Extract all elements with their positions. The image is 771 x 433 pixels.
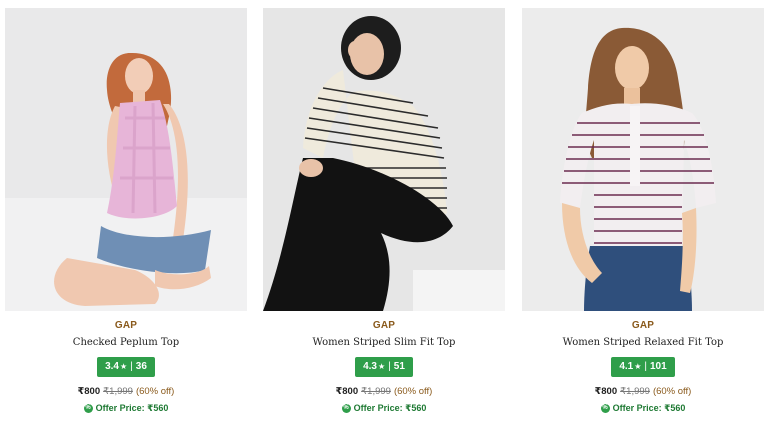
product-brand: GAP xyxy=(631,320,655,331)
product-grid: GAP Checked Peplum Top 3.4★ | 36 ₹800 ₹1,99… xyxy=(0,0,771,433)
product-card[interactable]: GAP Women Striped Slim Fit Top 4.3★ | 51 ₹… xyxy=(263,8,505,428)
product-name[interactable]: Women Striped Relaxed Fit Top xyxy=(522,337,764,348)
product-name[interactable]: Women Striped Slim Fit Top xyxy=(263,337,505,348)
rating-value: 4.3 xyxy=(363,361,377,372)
rating-container: 3.4★ | 36 xyxy=(5,356,247,377)
offer-tag-icon: % xyxy=(600,404,610,414)
original-price: ₹1,999 xyxy=(103,386,133,397)
price-line: ₹800 ₹1,999 (60% off) xyxy=(5,386,247,397)
rating-container: 4.3★ | 51 xyxy=(263,356,505,377)
review-count: 101 xyxy=(650,361,667,372)
rating-badge: 4.1★ | 101 xyxy=(611,357,675,377)
star-icon: ★ xyxy=(378,362,386,371)
original-price: ₹1,999 xyxy=(620,386,650,397)
rating-container: 4.1★ | 101 xyxy=(522,356,764,377)
rating-separator: | xyxy=(130,361,133,372)
offer-price-label: Offer Price: ₹560 xyxy=(612,403,686,413)
discount-percent: (60% off) xyxy=(652,386,692,397)
offer-price: % Offer Price: ₹560 xyxy=(263,403,505,414)
discount-percent: (60% off) xyxy=(393,386,433,397)
offer-price: % Offer Price: ₹560 xyxy=(522,403,764,414)
review-count: 51 xyxy=(393,361,405,372)
offer-tag-icon: % xyxy=(83,404,93,414)
offer-price: % Offer Price: ₹560 xyxy=(5,403,247,414)
rating-badge: 3.4★ | 36 xyxy=(97,357,155,377)
product-brand: GAP xyxy=(372,320,396,331)
product-name[interactable]: Checked Peplum Top xyxy=(5,337,247,348)
sale-price: ₹800 xyxy=(77,386,101,397)
product-brand: GAP xyxy=(114,320,138,331)
offer-price-label: Offer Price: ₹560 xyxy=(95,403,169,413)
product-image[interactable] xyxy=(5,8,247,311)
sale-price: ₹800 xyxy=(335,386,359,397)
product-image[interactable] xyxy=(263,8,505,311)
product-card[interactable]: GAP Checked Peplum Top 3.4★ | 36 ₹800 ₹1,99… xyxy=(5,8,247,428)
rating-value: 3.4 xyxy=(105,361,119,372)
original-price: ₹1,999 xyxy=(361,386,391,397)
price-line: ₹800 ₹1,999 (60% off) xyxy=(263,386,505,397)
review-count: 36 xyxy=(135,361,147,372)
rating-separator: | xyxy=(388,361,391,372)
product-card[interactable]: GAP Women Striped Relaxed Fit Top 4.1★ | 1… xyxy=(522,8,764,428)
rating-badge: 4.3★ | 51 xyxy=(355,357,413,377)
rating-value: 4.1 xyxy=(619,361,634,372)
price-line: ₹800 ₹1,999 (60% off) xyxy=(522,386,764,397)
sale-price: ₹800 xyxy=(594,386,618,397)
rating-separator: | xyxy=(644,361,647,372)
offer-price-label: Offer Price: ₹560 xyxy=(353,403,427,413)
product-image[interactable] xyxy=(522,8,764,311)
offer-tag-icon: % xyxy=(341,404,351,414)
star-icon: ★ xyxy=(634,362,642,371)
discount-percent: (60% off) xyxy=(135,386,175,397)
star-icon: ★ xyxy=(120,362,128,371)
